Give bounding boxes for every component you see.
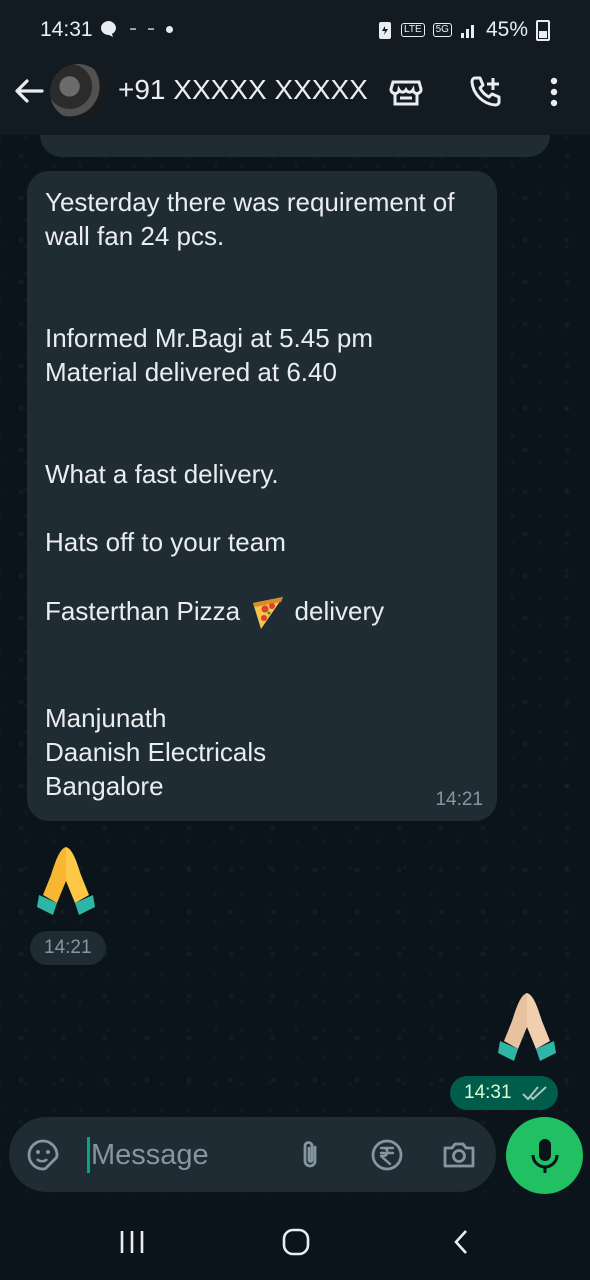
battery-percent: 45%: [485, 18, 528, 41]
chat-bubble-icon: [101, 21, 116, 37]
more-options-icon[interactable]: [536, 74, 572, 110]
battery-icon: [536, 19, 550, 41]
message-body: Yesterday there was requirement of wall …: [45, 187, 455, 557]
add-call-icon[interactable]: [468, 74, 504, 110]
read-receipt-icon: [522, 1086, 547, 1101]
folded-hands-emoji-icon-outgoing[interactable]: [494, 987, 560, 1065]
message-composer: Message: [9, 1117, 496, 1192]
pizza-emoji-icon: [253, 597, 284, 629]
chat-area[interactable]: Yesterday there was requirement of wall …: [0, 135, 590, 1200]
signature: Manjunath Daanish Electricals Bangalore: [45, 703, 267, 801]
emoji-message-time: 14:21: [30, 931, 106, 965]
status-time: 14:31: [40, 18, 93, 41]
catalog-store-icon[interactable]: [388, 74, 424, 110]
contact-name[interactable]: +91 XXXXX XXXXX: [118, 74, 368, 106]
incoming-message-bubble[interactable]: Yesterday there was requirement of wall …: [27, 171, 497, 821]
notification-icons: ▬ ▬: [100, 20, 173, 38]
text-cursor: [87, 1137, 90, 1173]
message-input[interactable]: Message: [91, 1139, 209, 1172]
message-text: Yesterday there was requirement of wall …: [45, 185, 485, 803]
pizza-line-start: Fasterthan Pizza: [45, 595, 248, 626]
system-nav-bar: [0, 1200, 590, 1280]
contact-avatar[interactable]: [50, 64, 106, 120]
message-time: 14:21: [435, 789, 483, 810]
payment-rupee-icon[interactable]: [369, 1137, 405, 1173]
app-notification-icon-2: ▬: [148, 26, 154, 32]
back-arrow-icon[interactable]: [12, 74, 46, 108]
pizza-line-end: delivery: [287, 595, 385, 626]
home-icon[interactable]: [280, 1226, 312, 1258]
voice-message-button[interactable]: [506, 1117, 583, 1194]
previous-message-bubble: [40, 135, 550, 157]
nav-back-icon[interactable]: [446, 1226, 478, 1258]
status-bar: 14:31 ▬ ▬ LTE 5G 45%: [0, 0, 590, 60]
attach-paperclip-icon[interactable]: [293, 1137, 329, 1173]
microphone-icon: [531, 1139, 559, 1173]
chat-header: +91 XXXXX XXXXX: [0, 60, 590, 135]
recent-apps-icon[interactable]: [116, 1226, 148, 1258]
sticker-emoji-icon[interactable]: [25, 1137, 61, 1173]
outgoing-time-text: 14:31: [464, 1082, 512, 1103]
data-saver-icon: [379, 22, 392, 39]
signal-icon: [460, 25, 474, 38]
camera-icon[interactable]: [441, 1137, 477, 1173]
network-type-icon: 5G: [432, 23, 452, 37]
system-icons: LTE 5G 45%: [377, 18, 550, 42]
folded-hands-emoji-icon[interactable]: [33, 841, 99, 919]
more-notifications-dot: [166, 25, 173, 33]
volte-icon: LTE: [401, 23, 425, 37]
outgoing-message-time: 14:31: [450, 1076, 558, 1110]
app-notification-icon: ▬: [130, 26, 136, 32]
